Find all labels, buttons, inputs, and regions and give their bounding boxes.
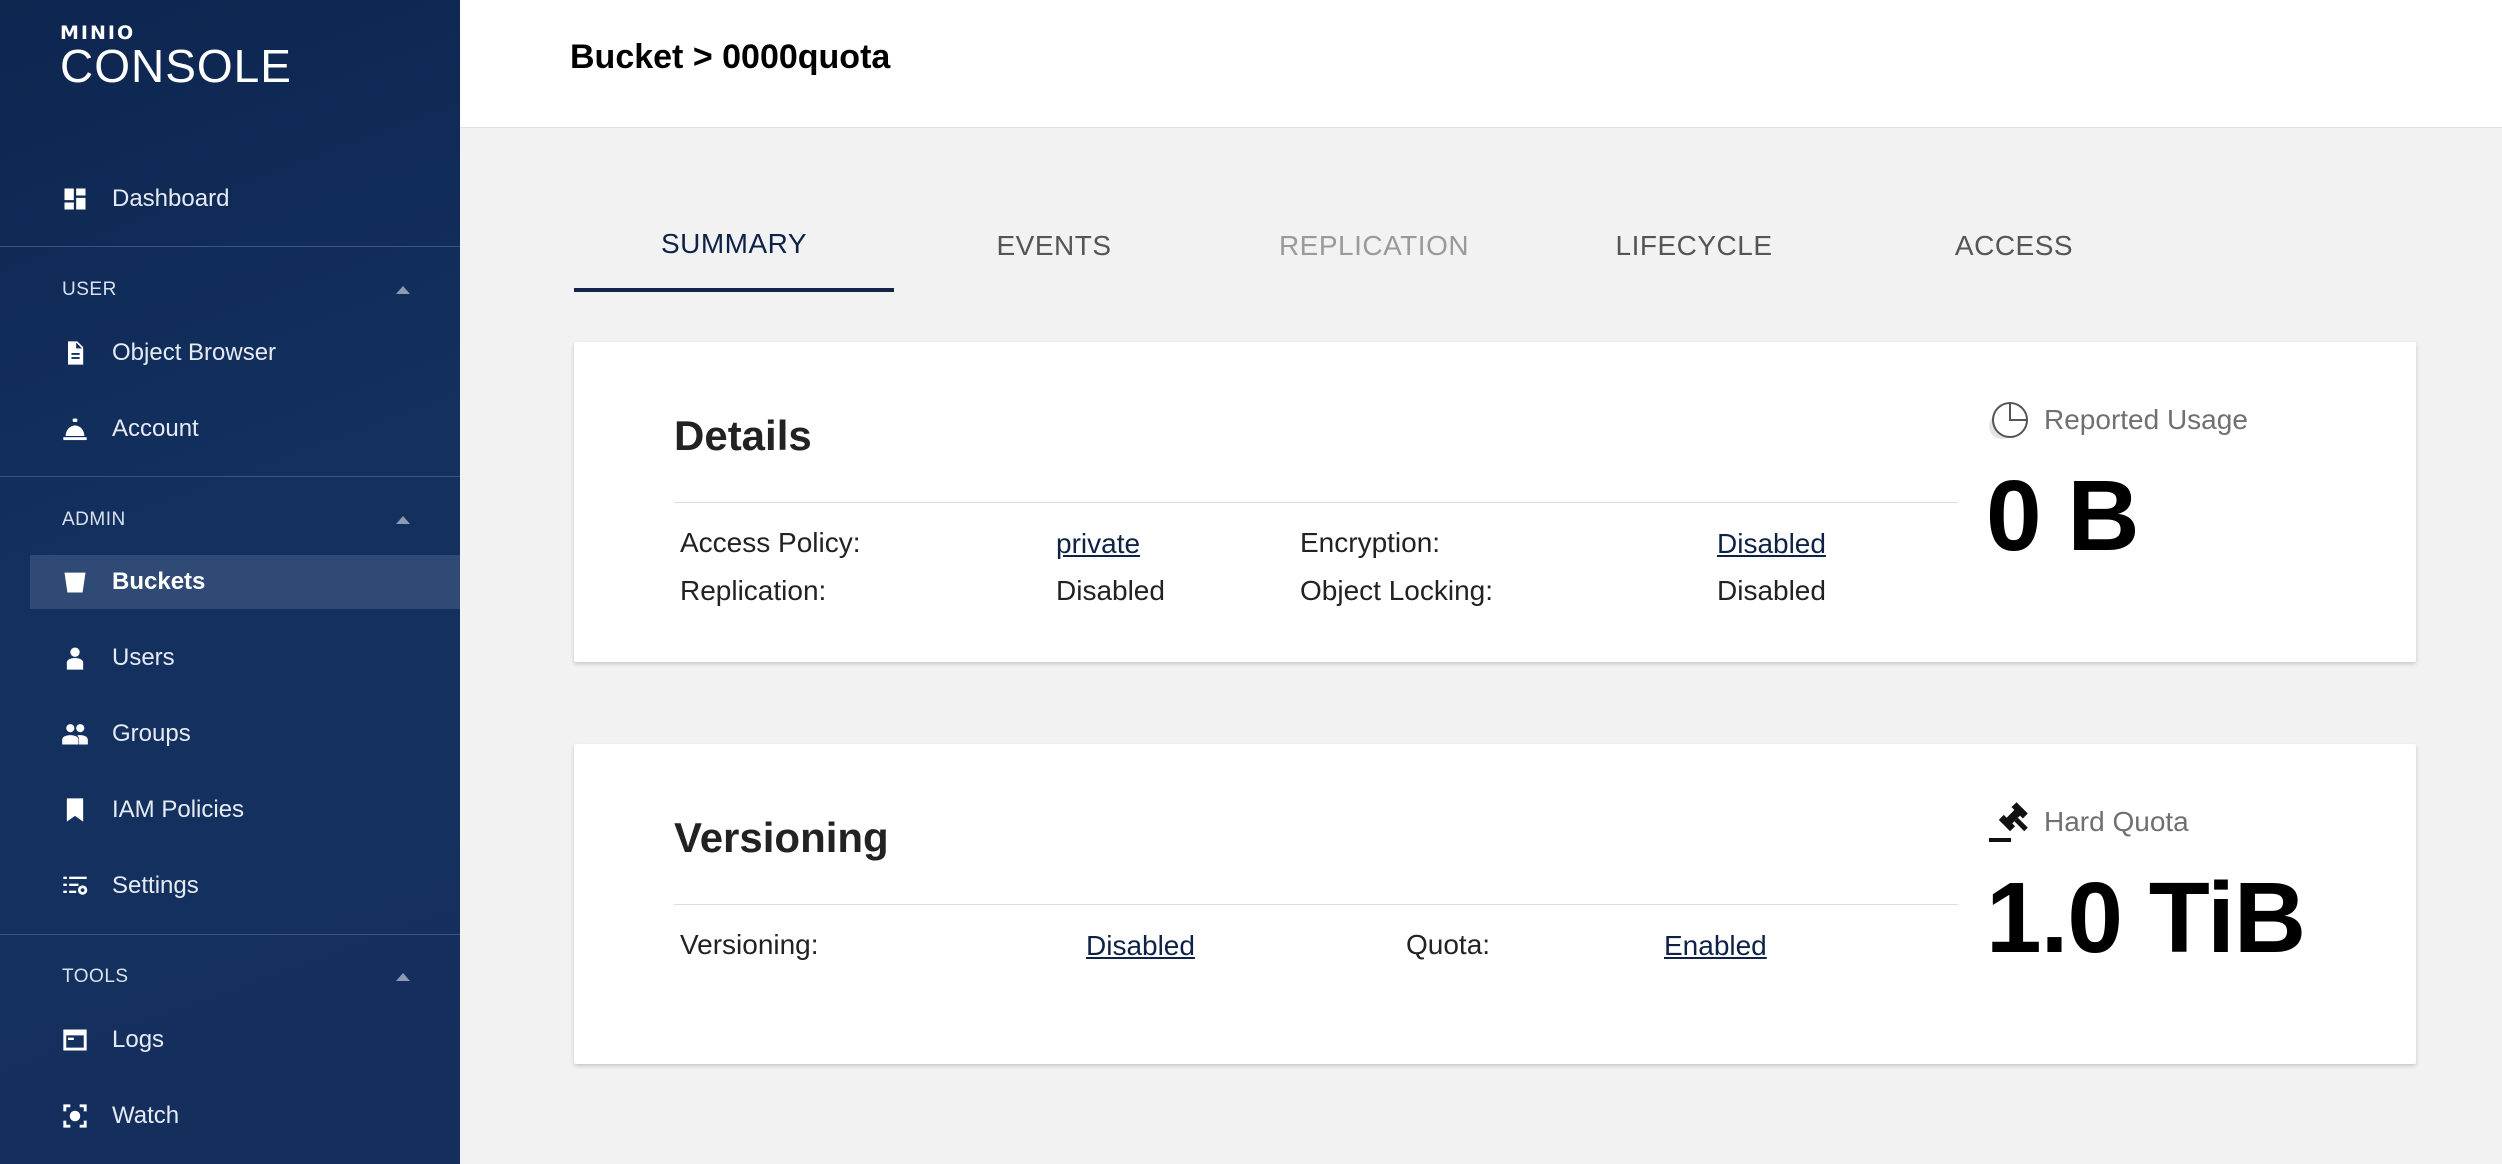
- logs-icon: [60, 1025, 90, 1055]
- section-admin-header[interactable]: ADMIN: [62, 505, 410, 535]
- tab-events[interactable]: EVENTS: [894, 200, 1214, 292]
- user-icon: [60, 643, 90, 673]
- sidebar-divider: [0, 476, 460, 477]
- logo-product: CONSOLE: [60, 40, 292, 92]
- tab-replication: REPLICATION: [1278, 230, 1470, 261]
- quota-label: Quota:: [1406, 929, 1491, 960]
- section-user-header[interactable]: USER: [62, 275, 410, 305]
- versioning-label: Versioning:: [680, 929, 819, 960]
- sidebar-item-settings[interactable]: Settings: [30, 859, 460, 913]
- sidebar-divider: [0, 246, 460, 247]
- section-tools-header[interactable]: TOOLS: [62, 962, 410, 992]
- hard-quota: Hard Quota 1.0 TiB: [1986, 800, 2306, 974]
- reported-usage-header: Reported Usage: [1986, 398, 2248, 442]
- sidebar-item-object-browser[interactable]: Object Browser: [30, 326, 460, 380]
- tab-bar: SUMMARY EVENTS REPLICATION LIFECYCLE ACC…: [574, 200, 2174, 292]
- versioning-card: Versioning Versioning: Disabled Quota: E…: [574, 744, 2416, 1064]
- pie-chart-icon: [1989, 402, 2028, 439]
- sidebar-item-label: Logs: [112, 1026, 165, 1053]
- sidebar-item-label: Account: [112, 415, 199, 442]
- sidebar-item-label: Buckets: [112, 568, 206, 595]
- details-card: Details Access Policy: private Encryptio…: [574, 342, 2416, 662]
- group-icon: [60, 719, 90, 749]
- chevron-up-icon: [396, 516, 410, 524]
- sidebar-item-watch[interactable]: Watch: [30, 1089, 460, 1143]
- details-divider: [674, 502, 1958, 503]
- sidebar-item-groups[interactable]: Groups: [30, 707, 460, 761]
- sidebar-divider: [0, 934, 460, 935]
- encryption-link[interactable]: Disabled: [1717, 528, 1826, 560]
- section-title: ADMIN: [62, 509, 126, 530]
- replication-label: Replication:: [680, 575, 827, 606]
- versioning-divider: [674, 904, 1958, 905]
- details-title: Details: [674, 412, 812, 459]
- tab-summary[interactable]: SUMMARY: [574, 200, 894, 292]
- sidebar-item-buckets[interactable]: Buckets: [30, 555, 460, 609]
- versioning-title: Versioning: [674, 814, 889, 861]
- versioning-link[interactable]: Disabled: [1086, 930, 1195, 962]
- sidebar-item-account[interactable]: Account: [30, 402, 460, 456]
- reported-usage-value: 0 B: [1986, 460, 2140, 572]
- tab-access[interactable]: ACCESS: [1854, 200, 2174, 292]
- breadcrumb: Bucket > 0000quota: [570, 38, 891, 76]
- sidebar-item-iam-policies[interactable]: IAM Policies: [30, 783, 460, 837]
- hard-quota-label: Hard Quota: [2044, 806, 2189, 837]
- settings-icon: [60, 871, 90, 901]
- bell-icon: [60, 414, 90, 444]
- sidebar-item-logs[interactable]: Logs: [30, 1013, 460, 1067]
- sidebar-item-label: Settings: [112, 872, 199, 899]
- sidebar-item-label: Watch: [112, 1102, 180, 1129]
- chevron-up-icon: [396, 973, 410, 981]
- section-title: USER: [62, 279, 117, 300]
- reported-usage-label: Reported Usage: [2044, 404, 2248, 435]
- sidebar-item-label: Users: [112, 644, 175, 671]
- bookmark-icon: [60, 795, 90, 825]
- tab-lifecycle[interactable]: LIFECYCLE: [1534, 200, 1854, 292]
- sidebar-item-users[interactable]: Users: [30, 631, 460, 685]
- access-policy-label: Access Policy:: [680, 527, 861, 558]
- replication-value: Disabled: [1056, 575, 1165, 606]
- bucket-icon: [60, 567, 90, 597]
- object-locking-label: Object Locking:: [1300, 575, 1493, 606]
- watch-icon: [60, 1101, 90, 1131]
- hard-quota-value: 1.0 TiB: [1986, 862, 2306, 974]
- sidebar-item-label: Object Browser: [112, 339, 277, 366]
- reported-usage: Reported Usage 0 B: [1986, 398, 2248, 566]
- document-icon: [60, 338, 90, 368]
- chevron-up-icon: [396, 286, 410, 294]
- gavel-icon: [1989, 802, 2028, 842]
- sidebar: MINIO CONSOLE Dashboard USER Object Brow…: [0, 0, 460, 1164]
- sidebar-item-label: Dashboard: [112, 185, 230, 212]
- logo[interactable]: MINIO CONSOLE: [60, 22, 292, 92]
- encryption-label: Encryption:: [1300, 527, 1441, 558]
- quota-link[interactable]: Enabled: [1664, 930, 1767, 962]
- sidebar-item-label: Groups: [112, 720, 191, 747]
- access-policy-link[interactable]: private: [1056, 528, 1140, 560]
- dashboard-icon: [60, 184, 90, 214]
- section-title: TOOLS: [62, 966, 129, 987]
- page-header: Bucket > 0000quota: [460, 0, 2502, 128]
- sidebar-item-dashboard[interactable]: Dashboard: [30, 172, 460, 226]
- sidebar-item-label: IAM Policies: [112, 796, 245, 823]
- hard-quota-header: Hard Quota: [1986, 800, 2305, 844]
- object-locking-value: Disabled: [1717, 575, 1826, 606]
